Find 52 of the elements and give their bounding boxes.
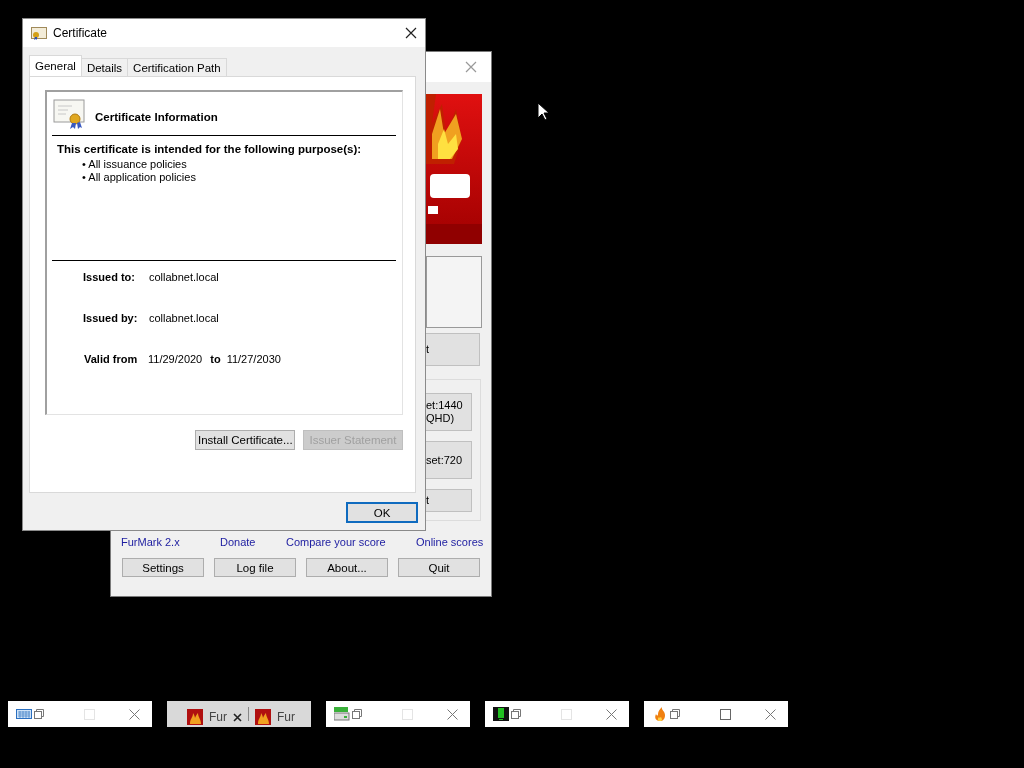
mouse-cursor-icon <box>537 102 549 121</box>
close-icon[interactable] <box>405 27 417 39</box>
field-label: Valid from <box>84 353 139 365</box>
phone-icon <box>493 707 509 721</box>
preset-button[interactable]: t <box>426 333 480 366</box>
restore-icon[interactable] <box>34 709 44 719</box>
button[interactable]: About... <box>306 558 388 577</box>
link[interactable]: FurMark 2.x <box>121 536 220 550</box>
ok-button[interactable]: OK <box>346 502 418 523</box>
field-value: 11/29/2020 <box>148 353 203 365</box>
heading: Certificate Information <box>95 110 218 123</box>
button[interactable]: Log file <box>214 558 296 577</box>
window-thumbnail[interactable]: Fur Fur <box>167 701 311 727</box>
certificate-icon <box>31 26 47 40</box>
tab-title[interactable]: Fur <box>209 710 227 724</box>
keyboard-icon <box>16 707 32 721</box>
field-value: 11/27/2030 <box>226 353 281 365</box>
flame-icon <box>187 709 203 725</box>
server-icon <box>334 707 350 721</box>
preset-button[interactable]: t <box>426 489 472 512</box>
purpose-item: • All issuance policies <box>82 158 188 171</box>
certificate-icon <box>53 97 85 130</box>
preset-button[interactable]: set:720 <box>426 441 472 479</box>
purpose-heading: This certificate is intended for the following purpose(s): <box>57 143 363 155</box>
window-thumbnail[interactable] <box>8 701 152 727</box>
restore-icon[interactable] <box>670 709 680 719</box>
restore-icon[interactable] <box>352 709 362 719</box>
tab-title[interactable]: Fur <box>277 710 295 724</box>
flame-icon <box>255 709 271 725</box>
close-icon[interactable] <box>233 712 242 722</box>
field-label: Issued to: <box>83 271 136 283</box>
purpose-item: • All application policies <box>82 171 197 184</box>
field-label: to <box>210 353 221 365</box>
field-label: Issued by: <box>83 312 139 324</box>
tab[interactable]: Certification Path <box>127 58 227 76</box>
button[interactable]: Quit <box>398 558 480 577</box>
button[interactable]: Install Certificate... <box>195 430 295 450</box>
link[interactable]: Compare your score <box>286 536 416 550</box>
window-title: Certificate <box>53 26 109 40</box>
window-thumbnail[interactable] <box>644 701 788 727</box>
maximize-icon[interactable] <box>720 708 731 720</box>
button[interactable]: Settings <box>122 558 204 577</box>
field-value: collabnet.local <box>149 271 219 283</box>
window-thumbnail[interactable] <box>326 701 470 727</box>
restore-icon[interactable] <box>511 709 521 719</box>
tab[interactable]: General <box>29 55 82 76</box>
link[interactable]: Online scores <box>416 536 484 550</box>
window-thumbnail[interactable] <box>485 701 629 727</box>
flame-icon <box>652 707 668 721</box>
link[interactable]: Donate <box>220 536 286 550</box>
field-value: collabnet.local <box>149 312 219 324</box>
preset-button[interactable]: et:1440 QHD) <box>426 393 472 431</box>
